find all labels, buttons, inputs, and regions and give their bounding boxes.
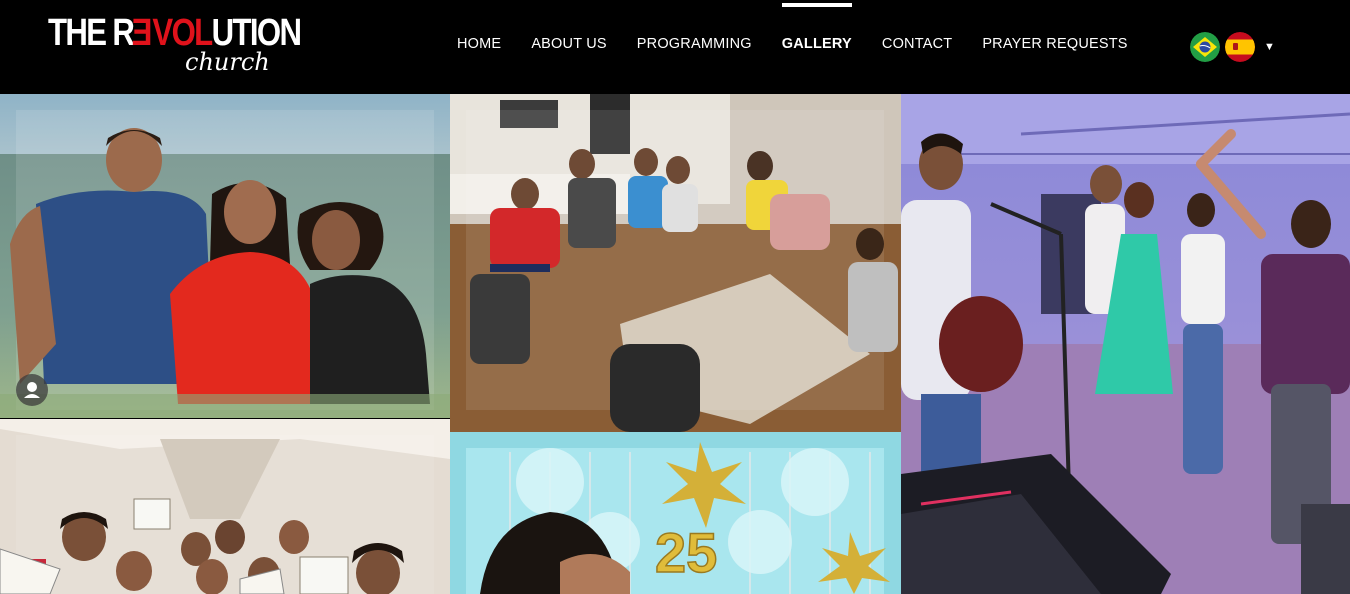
nav-about-us[interactable]: ABOUT US (516, 0, 621, 88)
brazil-flag-icon[interactable] (1190, 32, 1220, 62)
nav-programming[interactable]: PROGRAMMING (622, 0, 767, 88)
gallery-image-certificates[interactable] (0, 419, 450, 594)
gallery-image-baptism[interactable] (0, 94, 450, 418)
chevron-down-icon[interactable]: ▼ (1264, 41, 1275, 53)
gallery-image-living-room[interactable] (450, 94, 901, 432)
logo-subtitle: church (185, 48, 270, 76)
main-nav: HOME ABOUT US PROGRAMMING GALLERY CONTAC… (442, 0, 1143, 94)
living-room-worship-photo (450, 94, 901, 432)
church-logo[interactable]: THE REVOLUTION church (48, 8, 302, 80)
language-switcher[interactable]: ▼ (1190, 32, 1275, 62)
nav-contact[interactable]: CONTACT (867, 0, 967, 88)
photo-gallery: 25 (0, 94, 1350, 594)
gallery-image-birthday[interactable]: 25 (450, 432, 901, 594)
gallery-image-stage-worship[interactable] (901, 94, 1350, 594)
nav-gallery[interactable]: GALLERY (767, 0, 867, 88)
nav-home[interactable]: HOME (442, 0, 516, 88)
site-header: THE REVOLUTION church HOME ABOUT US PROG… (0, 0, 1350, 94)
spain-flag-icon[interactable] (1225, 32, 1255, 62)
baptism-in-ocean-photo (0, 94, 450, 418)
group-with-certificates-photo (0, 419, 450, 594)
birthday-number-balloon: 25 (655, 521, 717, 584)
user-avatar-icon[interactable] (16, 374, 48, 406)
stage-worship-band-photo (901, 94, 1350, 594)
nav-prayer-requests[interactable]: PRAYER REQUESTS (967, 0, 1142, 88)
birthday-celebration-photo: 25 (450, 432, 901, 594)
